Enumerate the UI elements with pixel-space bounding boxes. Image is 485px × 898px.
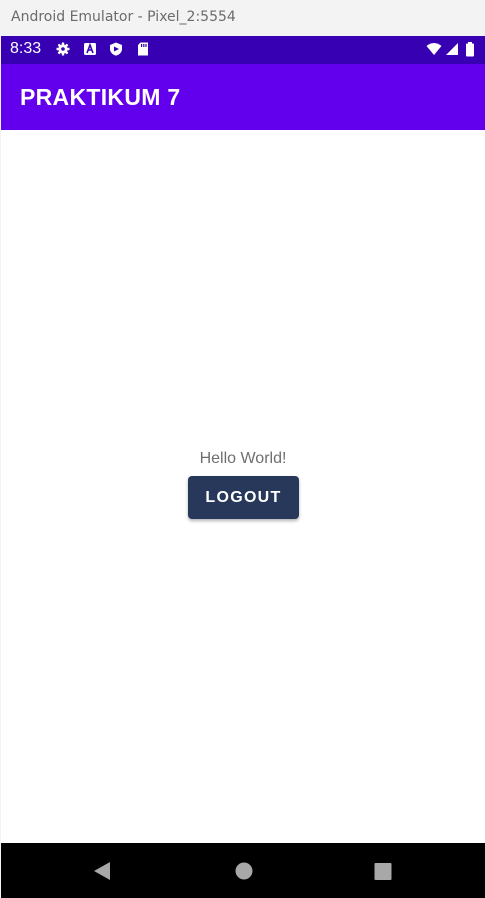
navigation-bar (1, 843, 485, 898)
recents-icon[interactable] (374, 861, 392, 886)
a-icon (83, 42, 97, 56)
wifi-icon (426, 42, 442, 56)
logout-button[interactable]: LOGOUT (188, 476, 299, 519)
back-icon[interactable] (93, 861, 111, 886)
app-title: PRAKTIKUM 7 (20, 84, 181, 110)
battery-icon (465, 42, 475, 57)
window-title: Android Emulator - Pixel_2:5554 (11, 9, 236, 25)
gear-icon (56, 42, 70, 56)
sd-card-icon (136, 42, 150, 56)
status-time: 8:33 (10, 40, 42, 57)
emulator-window: Android Emulator - Pixel_2:5554 8:33 PRA… (0, 0, 485, 898)
status-bar: 8:33 (1, 36, 485, 64)
home-icon[interactable] (235, 861, 253, 886)
phone-screen: 8:33 PRAKTIKUM 7 Hello World! LOGOUT (1, 36, 485, 898)
shield-icon (109, 42, 123, 56)
greeting-text: Hello World! (199, 450, 287, 467)
signal-icon (445, 42, 459, 56)
app-bar: PRAKTIKUM 7 (1, 64, 485, 130)
window-title-bar[interactable]: Android Emulator - Pixel_2:5554 (0, 0, 485, 36)
main-content: Hello World! LOGOUT (1, 130, 485, 843)
